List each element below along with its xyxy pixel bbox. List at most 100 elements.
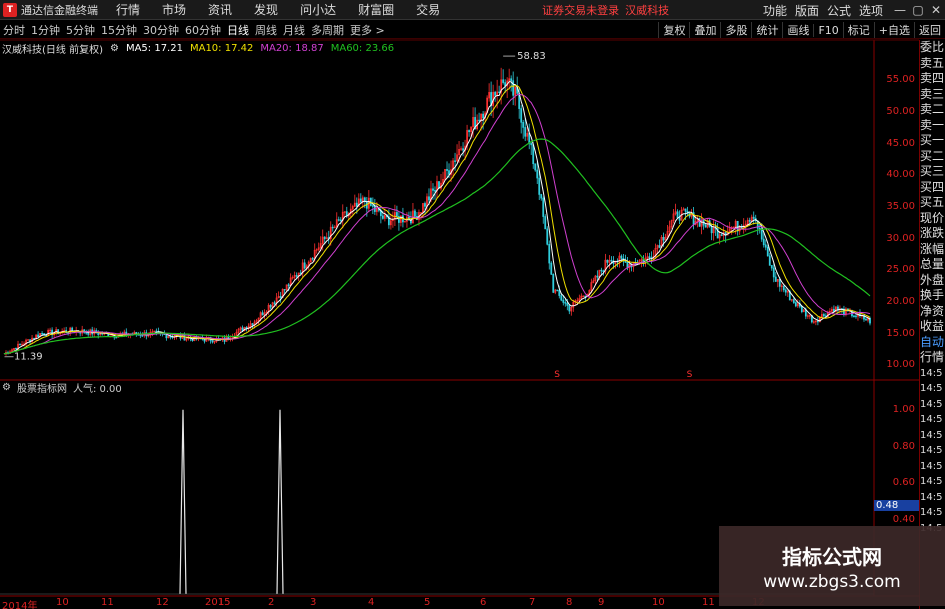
candle-body xyxy=(855,315,857,318)
candle-body xyxy=(528,133,531,144)
indicator-spike xyxy=(276,409,284,595)
candle-body xyxy=(658,245,661,248)
candle-body xyxy=(396,212,398,217)
candle-body xyxy=(550,262,553,275)
candle-body xyxy=(544,216,547,230)
ma5-label: MA5: 17.21 xyxy=(125,42,183,54)
candle-body xyxy=(558,290,561,296)
time-tick-label: 5 xyxy=(424,597,431,608)
candle-body xyxy=(323,236,326,240)
side-panel-item: 14:5 xyxy=(920,398,943,410)
candle-body xyxy=(532,144,535,165)
candle-body xyxy=(512,80,515,96)
candle-body xyxy=(251,323,254,326)
side-panel-item: 委比 xyxy=(920,40,945,54)
candle-body xyxy=(381,215,384,219)
candle-body xyxy=(524,127,527,137)
side-panel-item: 卖三 xyxy=(920,86,945,101)
candle-body xyxy=(606,259,609,263)
price-tick-label: 50.00 xyxy=(886,106,915,117)
time-tick-label: 3 xyxy=(310,597,317,608)
candle-body xyxy=(478,119,480,122)
side-panel-item: 总量 xyxy=(920,257,945,271)
candle-body xyxy=(678,217,681,221)
quote-side-panel: 委比 卖五 卖四 卖三 卖二 卖一 买一 买二 买三 买四 买五 现价 涨跌 涨幅 总量 外盘 换手 净资 收益 自动… xyxy=(919,40,945,609)
candle-body xyxy=(822,314,825,317)
candle-body xyxy=(67,332,70,334)
price-tick-label: 10.00 xyxy=(886,359,915,371)
candle-body xyxy=(784,289,787,293)
candle-body xyxy=(283,289,286,291)
candle-body xyxy=(536,169,539,179)
candle-body xyxy=(37,334,39,338)
candle-body xyxy=(359,198,362,203)
close-button[interactable]: ✕ xyxy=(927,3,945,17)
candle-body xyxy=(760,228,763,240)
time-tick-label: 8 xyxy=(566,597,573,608)
candle-body xyxy=(520,108,523,123)
side-panel-item: 买五 xyxy=(920,195,945,209)
candle-body xyxy=(556,289,559,292)
candle-body xyxy=(684,208,687,212)
side-panel-item: 卖四 xyxy=(920,71,945,85)
ma60-label: MA60: 23.66 xyxy=(330,42,395,54)
time-tick-label: 6 xyxy=(480,597,487,608)
candle-body xyxy=(337,219,340,221)
side-panel-item: 卖二 xyxy=(920,102,945,116)
time-tick-label: 7 xyxy=(529,597,536,608)
candle-body xyxy=(448,170,450,175)
candle-body xyxy=(800,305,803,313)
candle-body xyxy=(311,258,314,260)
indicator-tick-label: 0.40 xyxy=(892,514,915,526)
candle-body xyxy=(261,312,264,316)
sub-chart-info: ⚙ 股票指标网 人气: 0.00 xyxy=(2,381,128,395)
candle-body xyxy=(15,347,17,350)
price-tick-label: 40.00 xyxy=(886,169,915,181)
time-tick-label: 9 xyxy=(598,597,605,608)
candle-body xyxy=(428,196,430,201)
candle-body xyxy=(662,237,665,241)
candle-body xyxy=(165,334,168,339)
candle-body xyxy=(600,269,603,272)
candle-body xyxy=(540,194,543,199)
candle-body xyxy=(295,275,298,277)
candle-body xyxy=(273,302,276,304)
candle-body xyxy=(766,246,769,257)
candle-body xyxy=(774,276,777,282)
candle-body xyxy=(794,302,797,307)
time-tick-label: 12 xyxy=(156,597,169,608)
price-tick-label: 35.00 xyxy=(886,201,915,212)
time-tick-label: 10 xyxy=(652,597,665,608)
settings-gear-icon[interactable]: ⚙ xyxy=(110,43,119,54)
candle-body xyxy=(211,340,214,343)
candle-body xyxy=(704,224,707,228)
side-panel-item: 卖一 xyxy=(920,117,945,132)
candle-body xyxy=(782,285,785,291)
candle-body xyxy=(816,320,819,323)
side-panel-item: 14:5 xyxy=(920,414,943,425)
candle-body xyxy=(141,335,144,337)
candle-body xyxy=(203,338,206,342)
candle-body xyxy=(510,78,513,82)
candle-body xyxy=(522,122,525,128)
side-panel-item: 14:5 xyxy=(920,491,943,503)
candle-body xyxy=(736,220,739,232)
watermark-overlay: 指标公式网 www.zbgs3.com xyxy=(719,526,945,606)
ma5-line xyxy=(3,81,871,355)
side-panel-item: 涨跌 xyxy=(920,226,945,240)
kline-chart[interactable]: 58.83 —11.39 S S xyxy=(0,0,919,609)
indicator-tick-label: 1.00 xyxy=(892,403,915,415)
side-panel-item[interactable]: 自动 xyxy=(920,335,945,351)
candle-body xyxy=(424,203,426,207)
candle-body xyxy=(698,217,701,227)
price-tick-label: 45.00 xyxy=(886,137,915,149)
side-panel-item: 净资 xyxy=(920,303,945,318)
side-panel-item[interactable]: 行情 xyxy=(920,350,945,366)
sub-gear-icon[interactable]: ⚙ xyxy=(2,382,11,393)
candle-body xyxy=(446,169,448,171)
candle-body xyxy=(371,205,374,207)
side-panel-item: 涨幅 xyxy=(920,241,945,256)
candle-body xyxy=(279,296,282,298)
high-price-label: 58.83 xyxy=(517,51,546,62)
candle-body xyxy=(853,315,855,317)
